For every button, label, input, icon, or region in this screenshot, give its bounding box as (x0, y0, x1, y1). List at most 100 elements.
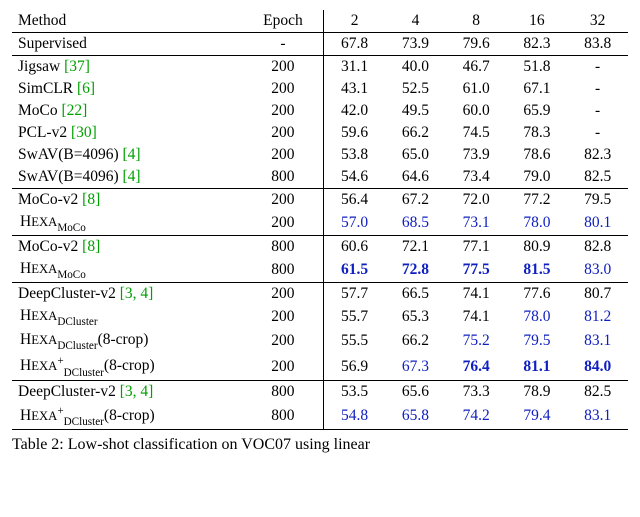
value-cell: 79.5 (567, 189, 628, 212)
table-row: SwAV(B=4096) [4]80054.664.673.479.082.5 (12, 166, 628, 189)
value-cell: 78.6 (507, 144, 568, 166)
value-cell: - (567, 100, 628, 122)
method-cell: MoCo-v2 [8] (12, 189, 243, 212)
table-row: HEXA+DCluster(8-crop)80054.865.874.279.4… (12, 403, 628, 430)
citation: [8] (82, 191, 100, 208)
table-row: SwAV(B=4096) [4]20053.865.073.978.682.3 (12, 144, 628, 166)
value-cell: 54.6 (324, 166, 385, 189)
value-cell: 64.6 (385, 166, 446, 189)
value-cell: 77.2 (507, 189, 568, 212)
value-cell: 59.6 (324, 122, 385, 144)
value-cell: 82.5 (567, 380, 628, 403)
epoch-cell: 200 (243, 353, 324, 380)
value-cell: 67.2 (385, 189, 446, 212)
col-header-2: 2 (324, 10, 385, 33)
citation: [22] (62, 102, 88, 119)
value-cell: 83.8 (567, 33, 628, 56)
value-cell: 61.0 (446, 78, 507, 100)
table-row: HEXAMoCo20057.068.573.178.080.1 (12, 211, 628, 236)
value-cell: 57.7 (324, 283, 385, 306)
value-cell: 65.6 (385, 380, 446, 403)
value-cell: - (567, 78, 628, 100)
citation: [3, 4] (120, 285, 154, 302)
value-cell: 67.8 (324, 33, 385, 56)
value-cell: 77.5 (446, 258, 507, 283)
value-cell: 67.1 (507, 78, 568, 100)
value-cell: - (567, 56, 628, 79)
value-cell: 79.6 (446, 33, 507, 56)
caption-label: Table 2: (12, 436, 64, 453)
table-row: HEXADCluster(8-crop)20055.566.275.279.58… (12, 329, 628, 353)
value-cell: 53.8 (324, 144, 385, 166)
method-cell: Jigsaw [37] (12, 56, 243, 79)
method-cell: HEXA+DCluster(8-crop) (12, 353, 243, 380)
value-cell: 31.1 (324, 56, 385, 79)
value-cell: 56.9 (324, 353, 385, 380)
table-row: DeepCluster-v2 [3, 4]20057.766.574.177.6… (12, 283, 628, 306)
table-row: MoCo [22]20042.049.560.065.9- (12, 100, 628, 122)
table-row: MoCo-v2 [8]20056.467.272.077.279.5 (12, 189, 628, 212)
epoch-cell: 800 (243, 258, 324, 283)
value-cell: 73.9 (446, 144, 507, 166)
value-cell: 72.0 (446, 189, 507, 212)
value-cell: 78.0 (507, 211, 568, 236)
value-cell: 74.1 (446, 283, 507, 306)
col-header-8: 8 (446, 10, 507, 33)
value-cell: 82.8 (567, 236, 628, 259)
value-cell: 77.1 (446, 236, 507, 259)
value-cell: 83.0 (567, 258, 628, 283)
method-cell: HEXAMoCo (12, 258, 243, 283)
value-cell: 67.3 (385, 353, 446, 380)
value-cell: 78.9 (507, 380, 568, 403)
value-cell: - (567, 122, 628, 144)
value-cell: 77.6 (507, 283, 568, 306)
value-cell: 83.1 (567, 329, 628, 353)
value-cell: 81.5 (507, 258, 568, 283)
value-cell: 78.0 (507, 305, 568, 329)
value-cell: 75.2 (446, 329, 507, 353)
epoch-cell: - (243, 33, 324, 56)
value-cell: 60.0 (446, 100, 507, 122)
value-cell: 65.8 (385, 403, 446, 430)
epoch-cell: 200 (243, 56, 324, 79)
table-row: HEXAMoCo80061.572.877.581.583.0 (12, 258, 628, 283)
value-cell: 80.7 (567, 283, 628, 306)
citation: [3, 4] (120, 383, 154, 400)
method-cell: HEXA+DCluster(8-crop) (12, 403, 243, 430)
value-cell: 65.0 (385, 144, 446, 166)
table-row: DeepCluster-v2 [3, 4]80053.565.673.378.9… (12, 380, 628, 403)
epoch-cell: 200 (243, 100, 324, 122)
method-cell: HEXAMoCo (12, 211, 243, 236)
epoch-cell: 200 (243, 122, 324, 144)
table-row: SimCLR [6]20043.152.561.067.1- (12, 78, 628, 100)
results-table: MethodEpoch2481632Supervised-67.873.979.… (12, 10, 628, 430)
value-cell: 84.0 (567, 353, 628, 380)
value-cell: 65.9 (507, 100, 568, 122)
epoch-cell: 800 (243, 380, 324, 403)
value-cell: 40.0 (385, 56, 446, 79)
value-cell: 54.8 (324, 403, 385, 430)
table-row: PCL-v2 [30]20059.666.274.578.3- (12, 122, 628, 144)
value-cell: 60.6 (324, 236, 385, 259)
value-cell: 57.0 (324, 211, 385, 236)
value-cell: 79.0 (507, 166, 568, 189)
value-cell: 79.4 (507, 403, 568, 430)
value-cell: 66.5 (385, 283, 446, 306)
method-cell: MoCo [22] (12, 100, 243, 122)
table-row: HEXADCluster20055.765.374.178.081.2 (12, 305, 628, 329)
value-cell: 81.1 (507, 353, 568, 380)
epoch-cell: 800 (243, 236, 324, 259)
value-cell: 78.3 (507, 122, 568, 144)
value-cell: 82.3 (507, 33, 568, 56)
epoch-cell: 800 (243, 403, 324, 430)
value-cell: 49.5 (385, 100, 446, 122)
citation: [8] (82, 238, 100, 255)
table-row: Supervised-67.873.979.682.383.8 (12, 33, 628, 56)
value-cell: 73.9 (385, 33, 446, 56)
value-cell: 73.4 (446, 166, 507, 189)
value-cell: 51.8 (507, 56, 568, 79)
value-cell: 82.5 (567, 166, 628, 189)
value-cell: 42.0 (324, 100, 385, 122)
method-cell: PCL-v2 [30] (12, 122, 243, 144)
value-cell: 43.1 (324, 78, 385, 100)
